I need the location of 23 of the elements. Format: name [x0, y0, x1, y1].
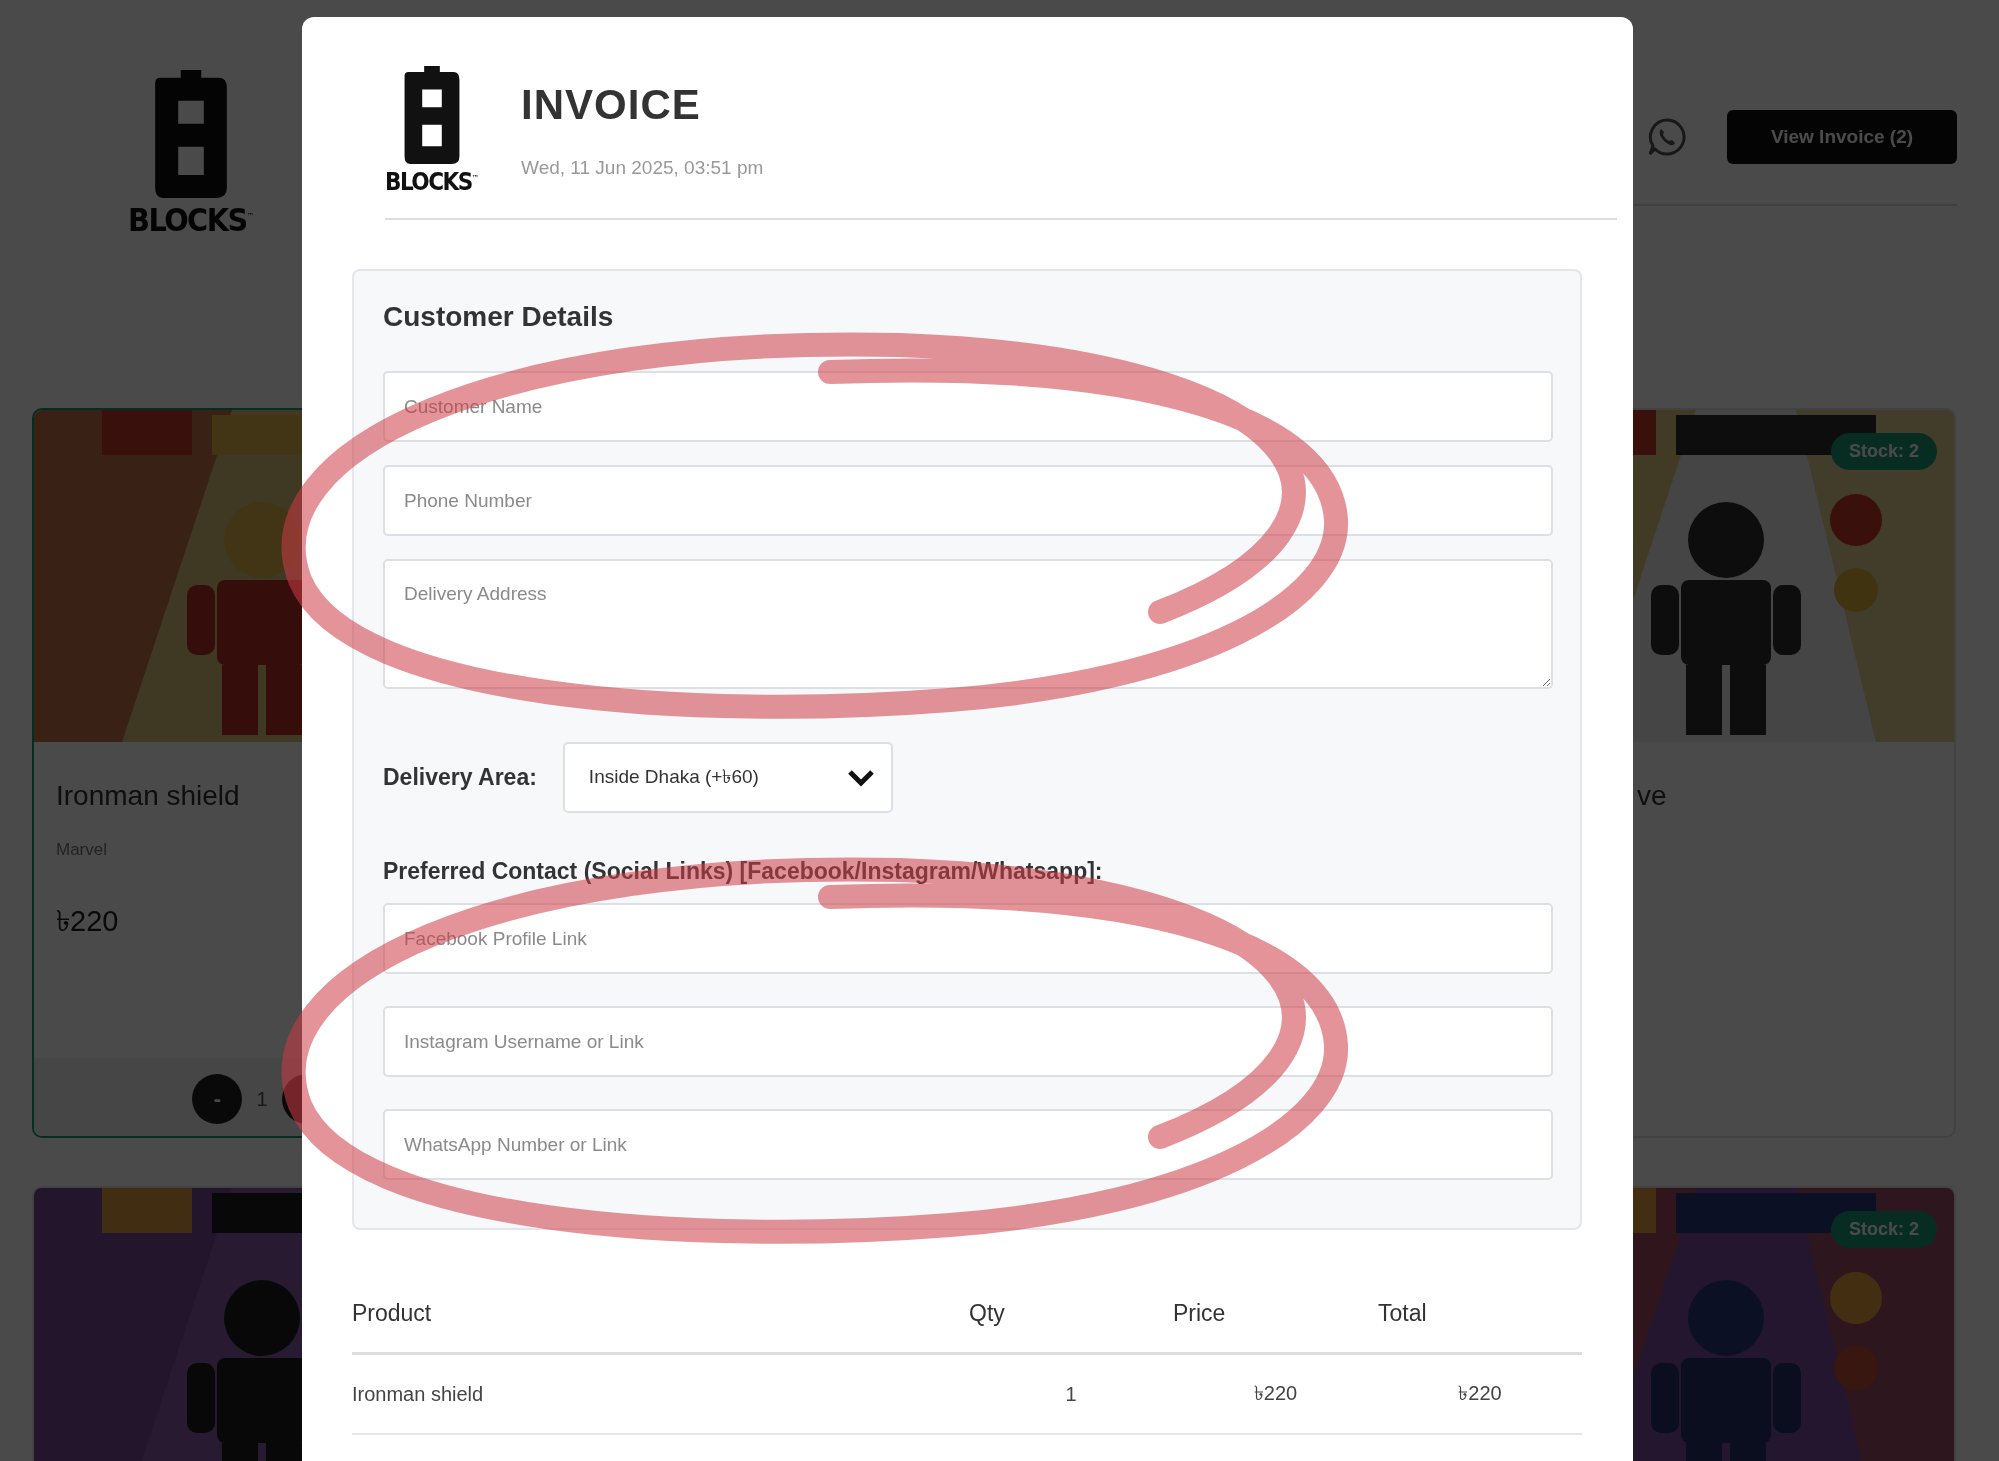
section-heading: Customer Details — [383, 301, 615, 333]
column-header: Qty — [969, 1299, 1005, 1326]
delivery-area-select[interactable]: Inside Dhaka (+৳60) — [562, 742, 893, 813]
input-field[interactable]: WhatsApp Number or Link — [383, 1109, 1553, 1180]
column-header: Price — [1173, 1299, 1226, 1326]
field-label: Delivery Area: — [383, 764, 537, 791]
product-name: ve — [1637, 780, 1667, 812]
product-name: Ironman shield — [56, 780, 240, 812]
invoice-title: INVOICE — [521, 81, 702, 129]
table-cell: ৳220 — [1458, 1381, 1502, 1404]
invoice-date: Wed, 11 Jun 2025, 03:51 pm — [521, 157, 764, 179]
product-price: ৳220 — [56, 904, 119, 939]
chevron-icon — [846, 767, 875, 788]
input-field[interactable]: Instagram Username or Link — [383, 1006, 1553, 1077]
input-field[interactable]: Phone Number — [383, 465, 1553, 536]
table-cell: ৳220 — [1253, 1381, 1298, 1404]
column-header: Product — [352, 1299, 432, 1326]
table-cell: Ironman shield — [352, 1382, 484, 1405]
logo-text: BLOCKS$^{™}$ — [128, 204, 254, 236]
column-header: Total — [1378, 1299, 1427, 1326]
address-field[interactable]: Delivery Address — [383, 559, 1553, 689]
logo-text: BLOCKS$^{™}$ — [385, 170, 480, 194]
table-cell: 1 — [1065, 1382, 1077, 1405]
